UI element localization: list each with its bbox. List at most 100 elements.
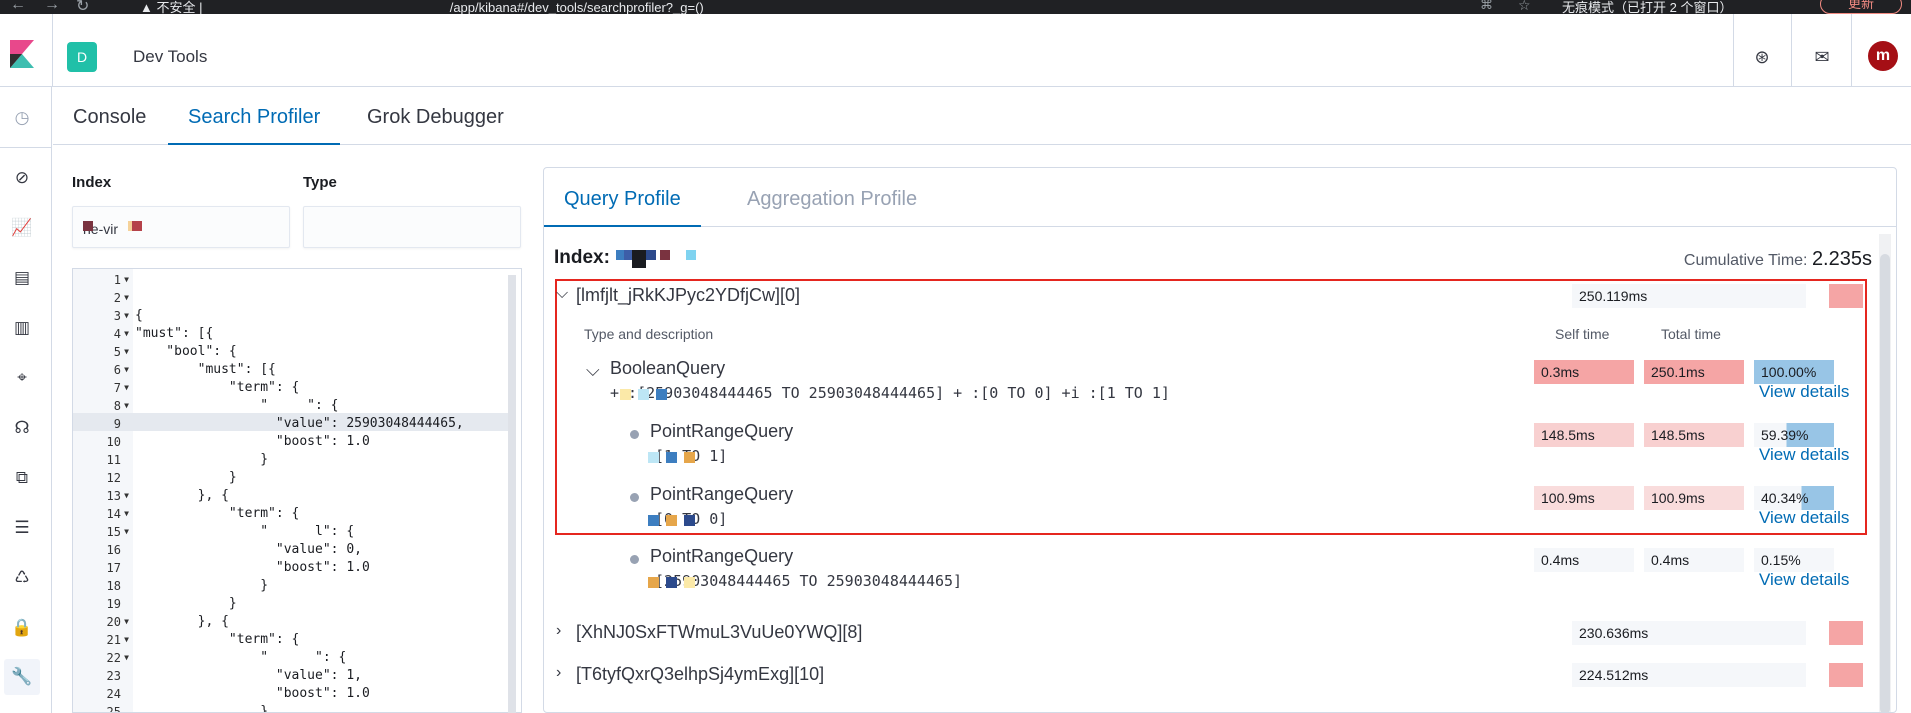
help-icon[interactable]: ⊛ <box>1751 46 1773 68</box>
line-number-text: 20 <box>106 615 121 629</box>
redacted-field <box>638 389 649 400</box>
cumulative-time-label: Cumulative Time: <box>1683 252 1808 269</box>
forward-icon[interactable]: → <box>44 0 60 14</box>
fold-arrow-icon[interactable]: ▼ <box>124 631 129 649</box>
tab-console[interactable]: Console <box>53 106 166 145</box>
line-number-text: 13 <box>106 489 121 503</box>
dev-tools-tabs: Console Search Profiler Grok Debugger <box>53 87 1911 145</box>
ml-icon[interactable]: ☊ <box>11 417 33 439</box>
line-number-text: 8 <box>113 399 121 413</box>
fold-arrow-icon[interactable]: ▼ <box>124 379 129 397</box>
maps-icon[interactable]: ⌖ <box>11 367 33 389</box>
back-icon[interactable]: ← <box>10 0 26 14</box>
infrastructure-icon[interactable]: ⧉ <box>11 467 33 489</box>
fold-arrow-icon[interactable]: ▼ <box>124 487 129 505</box>
line-number: 6 ▼ <box>73 361 133 379</box>
dashboard-icon[interactable]: ▤ <box>11 267 33 289</box>
type-label: Type <box>303 174 337 191</box>
logs-icon[interactable]: ☰ <box>11 517 33 539</box>
view-details-link[interactable]: View details <box>1759 508 1849 528</box>
line-number-text: 23 <box>106 669 121 683</box>
tab-search-profiler[interactable]: Search Profiler <box>168 106 341 145</box>
fold-arrow-icon[interactable]: ▼ <box>124 343 129 361</box>
query-editor[interactable]: 1 ▼ 2 ▼ 3 ▼{4 ▼ "must": [{5 ▼ "bool": {6 ▼ "must"… <box>72 268 522 713</box>
recent-clock-icon[interactable]: ◷ <box>11 107 33 129</box>
shard-row[interactable]: › [T6tyfQxrQ3elhpSj4ymExg][10] 224.512ms <box>544 660 1869 692</box>
translate-icon[interactable]: ⌘ <box>1480 0 1493 13</box>
dev-tools-wrench-icon[interactable]: 🔧 <box>4 659 40 695</box>
fold-arrow-icon[interactable]: ▼ <box>124 289 129 307</box>
total-time-badge: 250.1ms <box>1644 360 1744 384</box>
fold-arrow-icon[interactable]: ▼ <box>124 505 129 523</box>
tab-grok-debugger[interactable]: Grok Debugger <box>347 106 524 145</box>
tab-aggregation-profile[interactable]: Aggregation Profile <box>727 188 937 227</box>
uptime-icon[interactable]: ♺ <box>11 567 33 589</box>
shard-time-bar <box>1829 284 1863 308</box>
editor-scrollbar[interactable] <box>508 275 516 713</box>
line-number: 21 ▼ <box>73 631 133 649</box>
chevron-down-icon[interactable]: ⌵ <box>556 285 568 303</box>
line-number: 20 ▼ <box>73 613 133 631</box>
update-button[interactable]: 更新 <box>1820 0 1902 14</box>
mail-icon[interactable]: ✉ <box>1811 46 1833 68</box>
kibana-logo-icon[interactable] <box>10 40 34 68</box>
space-avatar[interactable]: D <box>67 42 97 72</box>
chevron-right-icon[interactable]: › <box>556 664 561 682</box>
line-number: 9 <box>73 415 133 433</box>
code-line: }, { <box>135 614 229 629</box>
shard-row[interactable]: ⌵ [lmfjlt_jRkKJPyc2YDfjCw][0] 250.119ms <box>544 281 1869 313</box>
line-number: 11 <box>73 451 133 469</box>
user-avatar[interactable]: m <box>1868 41 1898 71</box>
profile-scrollbar[interactable] <box>1879 234 1891 712</box>
fold-arrow-icon[interactable]: ▼ <box>124 613 129 631</box>
visualize-chart-icon[interactable]: 📈 <box>11 217 33 239</box>
cumulative-time: Cumulative Time: 2.235s <box>1684 248 1872 271</box>
fold-arrow-icon[interactable]: ▼ <box>124 523 129 541</box>
bookmark-star-icon[interactable]: ☆ <box>1518 0 1531 14</box>
shard-row[interactable]: › [XhNJ0SxFTWmuL3VuUe0YWQ][8] 230.636ms <box>544 618 1869 650</box>
redacted-field <box>648 577 659 588</box>
incognito-indicator[interactable]: 无痕模式（已打开 2 个窗口） <box>1562 0 1732 14</box>
fold-arrow-icon[interactable]: ▼ <box>124 325 129 343</box>
view-details-link[interactable]: View details <box>1759 445 1849 465</box>
profile-tabs: Query Profile Aggregation Profile <box>544 168 1896 227</box>
insecure-label: ▲ 不安全 | <box>140 0 203 14</box>
code-line: "value": 0, <box>135 542 362 557</box>
code-line: } <box>135 578 269 593</box>
percentage-badge: 40.34% <box>1754 486 1834 510</box>
fold-arrow-icon[interactable]: ▼ <box>124 307 129 325</box>
fold-arrow-icon[interactable]: ▼ <box>124 649 129 667</box>
redacted-field <box>684 515 695 526</box>
code-line: "must": [{ <box>135 362 276 377</box>
redacted-field <box>656 389 667 400</box>
total-time-badge: 148.5ms <box>1644 423 1744 447</box>
self-time-badge: 0.3ms <box>1534 360 1634 384</box>
chevron-right-icon[interactable]: › <box>556 622 561 640</box>
line-number-text: 14 <box>106 507 121 521</box>
bullet-dot-icon <box>630 493 639 502</box>
fold-arrow-icon[interactable]: ▼ <box>124 361 129 379</box>
shard-time-bar <box>1829 621 1863 645</box>
address-bar[interactable]: ▲ 不安全 | /app/kibana#/dev_tools/searchpro… <box>140 0 704 14</box>
fold-arrow-icon[interactable]: ▼ <box>124 397 129 415</box>
type-input[interactable] <box>303 206 521 248</box>
bullet-dot-icon <box>630 430 639 439</box>
view-details-link[interactable]: View details <box>1759 382 1849 402</box>
line-number-text: 19 <box>106 597 121 611</box>
side-nav: ◷ ⊘ 📈 ▤ ▥ ⌖ ☊ ⧉ ☰ ♺ 🔒 🔧 <box>0 87 52 713</box>
line-number: 24 <box>73 685 133 703</box>
tab-query-profile[interactable]: Query Profile <box>544 188 701 227</box>
canvas-icon[interactable]: ▥ <box>11 317 33 339</box>
view-details-link[interactable]: View details <box>1759 570 1849 590</box>
reload-icon[interactable]: ↻ <box>76 0 89 14</box>
line-number-text: 10 <box>106 435 121 449</box>
index-title: Index: <box>554 247 610 268</box>
siem-lock-icon[interactable]: 🔒 <box>11 617 33 639</box>
line-number: 5 ▼ <box>73 343 133 361</box>
discover-compass-icon[interactable]: ⊘ <box>11 167 33 189</box>
chevron-down-icon[interactable]: ⌵ <box>586 360 600 381</box>
code-line: } <box>135 704 269 713</box>
index-input[interactable]: he-vir <box>72 206 290 248</box>
fold-arrow-icon[interactable]: ▼ <box>124 271 129 289</box>
